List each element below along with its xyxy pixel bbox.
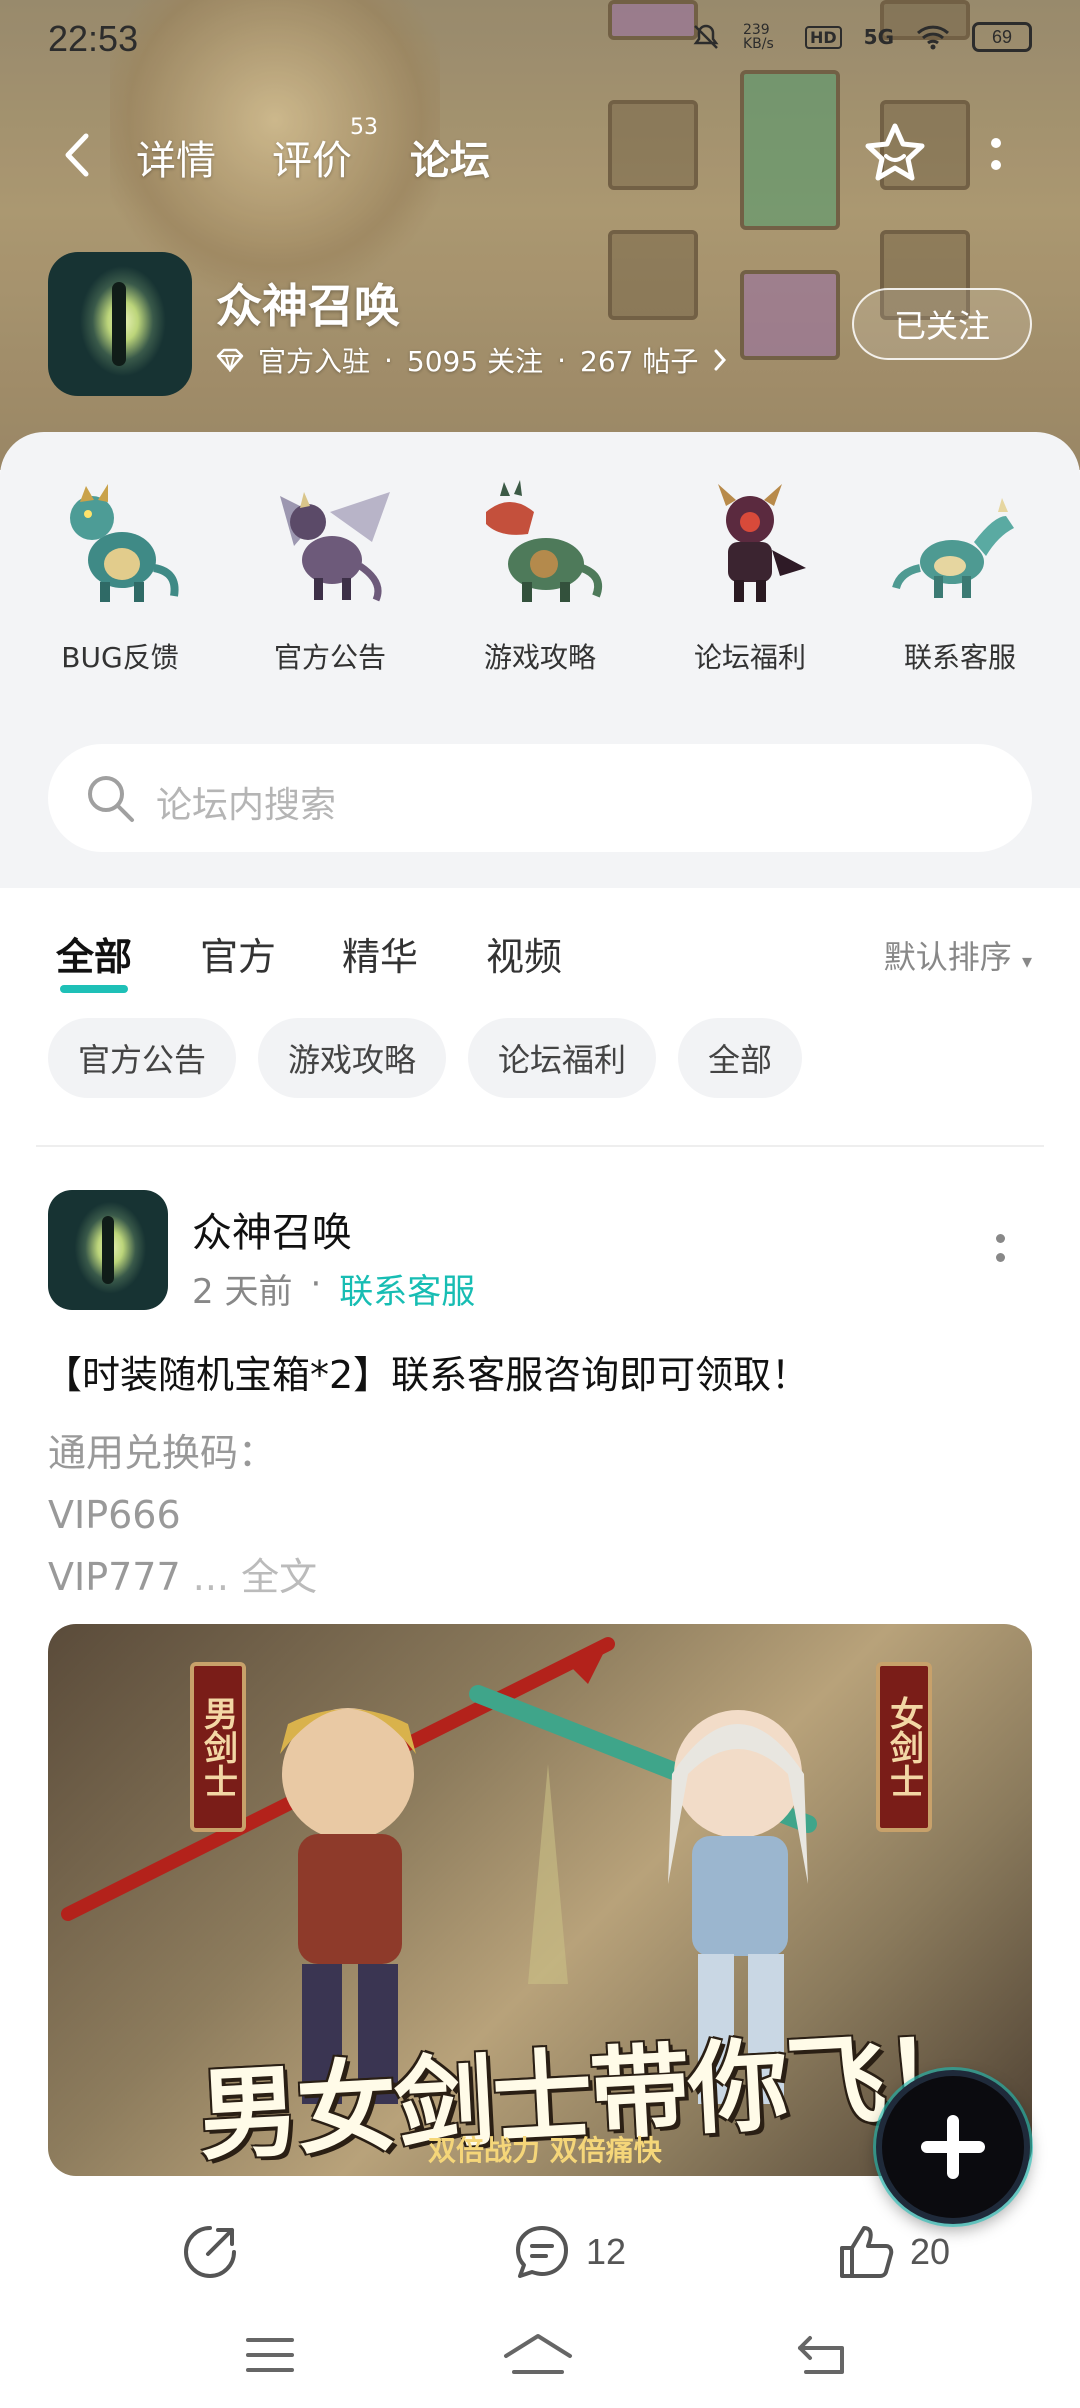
back-icon[interactable]	[792, 2330, 852, 2380]
post-action-bar: 12 20	[0, 2210, 1080, 2300]
divider	[36, 1145, 1044, 1147]
banner-female: 女剑士	[876, 1662, 932, 1832]
post-ellipsis: ...	[192, 1555, 229, 1599]
system-nav-bar	[0, 2310, 1080, 2408]
dragon-teal-icon	[892, 498, 1014, 598]
post-body-line: VIP666	[48, 1493, 181, 1537]
search-placeholder: 论坛内搜索	[156, 785, 337, 826]
game-title: 众神召唤	[216, 279, 400, 333]
top-nav: 详情 评价 53 论坛	[0, 110, 1080, 200]
game-meta: 官方入驻 · 5095 关注 · 267 帖子	[216, 340, 728, 380]
star-icon[interactable]	[862, 120, 928, 186]
read-full-link[interactable]: 全文	[241, 1555, 317, 1599]
game-info: 众神召唤 官方入驻 · 5095 关注 · 267 帖子 已关注	[48, 252, 1032, 396]
chip-forum-welfare[interactable]: 论坛福利	[468, 1018, 657, 1098]
battery-icon: 69	[972, 22, 1032, 52]
meta-separator: ·	[557, 343, 566, 377]
post-filter-bar: 全部 官方 精华 视频 默认排序 ▾	[0, 888, 1080, 1008]
category-label: 联系客服	[903, 641, 1016, 674]
reviews-count-badge: 53	[350, 115, 378, 140]
posts-count[interactable]: 267 帖子	[580, 340, 698, 380]
forum-search-bar[interactable]: 论坛内搜索	[48, 744, 1032, 852]
category-list: BUG反馈 官方公告 游戏攻略 论坛福利 联系客服	[0, 472, 1080, 674]
category-official-notice[interactable]: 官方公告	[230, 472, 430, 674]
create-post-button[interactable]	[876, 2070, 1030, 2224]
post-body-line: 通用兑换码：	[48, 1431, 277, 1475]
comment-icon	[516, 2226, 568, 2278]
search-icon	[88, 776, 134, 822]
like-count: 20	[910, 2231, 951, 2272]
filter-tab-official[interactable]: 官方	[200, 926, 276, 981]
category-label: 官方公告	[273, 641, 386, 674]
sort-dropdown[interactable]: 默认排序 ▾	[884, 932, 1032, 978]
category-label: 游戏攻略	[483, 641, 596, 674]
post-more-icon[interactable]	[996, 1234, 1008, 1274]
dragon-red-icon	[486, 480, 603, 602]
comment-button[interactable]: 12	[512, 2222, 626, 2282]
post-author-avatar[interactable]	[48, 1190, 168, 1310]
comment-count: 12	[586, 2231, 627, 2272]
tab-forum[interactable]: 论坛	[410, 128, 490, 188]
followers-count: 5095 关注	[406, 345, 544, 378]
category-label: 论坛福利	[693, 641, 806, 674]
caret-down-icon: ▾	[1021, 949, 1032, 973]
post-body[interactable]: 通用兑换码： VIP666 VIP777 ... 全文	[48, 1422, 317, 1608]
post-body-text: VIP777	[48, 1555, 181, 1599]
dragon-blue-icon	[70, 484, 179, 602]
post-tag[interactable]: 联系客服	[339, 1264, 475, 1313]
chip-game-guide[interactable]: 游戏攻略	[258, 1018, 447, 1098]
post-time: 2 天前	[192, 1272, 293, 1312]
post-body-line: VIP777 ... 全文	[48, 1546, 317, 1608]
back-chevron-icon[interactable]	[58, 130, 98, 180]
game-app-icon[interactable]	[48, 252, 192, 396]
hd-icon: HD	[804, 25, 842, 49]
share-button[interactable]	[180, 2222, 240, 2282]
filter-tab-video[interactable]: 视频	[486, 926, 562, 981]
like-button[interactable]: 20	[836, 2222, 950, 2282]
share-icon	[184, 2226, 236, 2278]
post-meta: 2 天前 · 联系客服	[192, 1264, 475, 1313]
meta-separator: ·	[384, 343, 393, 377]
chip-all[interactable]: 全部	[678, 1018, 803, 1098]
filter-tab-featured[interactable]: 精华	[342, 926, 418, 981]
status-bar: 22:53 239 KB/s HD 5G 69	[0, 0, 1080, 80]
post-author-name[interactable]: 众神召唤	[192, 1200, 352, 1258]
post-title[interactable]: 【时装随机宝箱*2】联系客服咨询即可领取！	[44, 1344, 809, 1399]
home-icon[interactable]	[500, 2330, 576, 2380]
category-label: BUG反馈	[61, 641, 179, 674]
filter-tab-all[interactable]: 全部	[56, 926, 132, 993]
category-game-guide[interactable]: 游戏攻略	[440, 472, 640, 674]
topic-chips: 官方公告 游戏攻略 论坛福利 全部	[48, 1018, 803, 1098]
tab-reviews[interactable]: 评价	[272, 128, 352, 186]
chevron-right-icon	[714, 349, 727, 371]
wifi-icon	[916, 25, 950, 50]
tab-details[interactable]: 详情	[136, 128, 216, 186]
status-icons: 239 KB/s HD 5G 69	[691, 22, 1032, 52]
post-image[interactable]: 男剑士 女剑士 男女剑士带你飞！ 双倍战力 双倍痛快	[48, 1624, 1032, 2176]
thumbs-up-icon	[840, 2226, 894, 2278]
follow-button[interactable]: 已关注	[852, 288, 1032, 360]
battery-level: 69	[991, 26, 1013, 47]
chip-official-notice[interactable]: 官方公告	[48, 1018, 237, 1098]
dragon-dark-icon	[280, 492, 390, 602]
mute-icon	[693, 24, 719, 49]
signal-icon: 5G	[863, 25, 894, 49]
status-time: 22:53	[48, 18, 139, 59]
sort-label: 默认排序	[883, 938, 1012, 976]
net-speed: 239 KB/s	[742, 22, 774, 52]
menu-icon[interactable]	[240, 2330, 300, 2380]
category-bug-feedback[interactable]: BUG反馈	[20, 472, 220, 674]
official-label: 官方入驻	[258, 345, 371, 378]
plus-icon-vertical	[947, 2115, 959, 2179]
image-subline: 双倍战力 双倍痛快	[428, 2134, 662, 2167]
meta-separator: ·	[310, 1264, 322, 1304]
category-forum-welfare[interactable]: 论坛福利	[650, 472, 850, 674]
more-vertical-icon[interactable]	[988, 138, 1004, 178]
category-contact-service[interactable]: 联系客服	[860, 472, 1060, 674]
forum-category-panel: BUG反馈 官方公告 游戏攻略 论坛福利 联系客服 论坛内搜索	[0, 432, 1080, 888]
banner-male: 男剑士	[190, 1662, 246, 1832]
official-diamond-icon	[216, 348, 244, 372]
demon-knight-icon	[718, 484, 806, 602]
